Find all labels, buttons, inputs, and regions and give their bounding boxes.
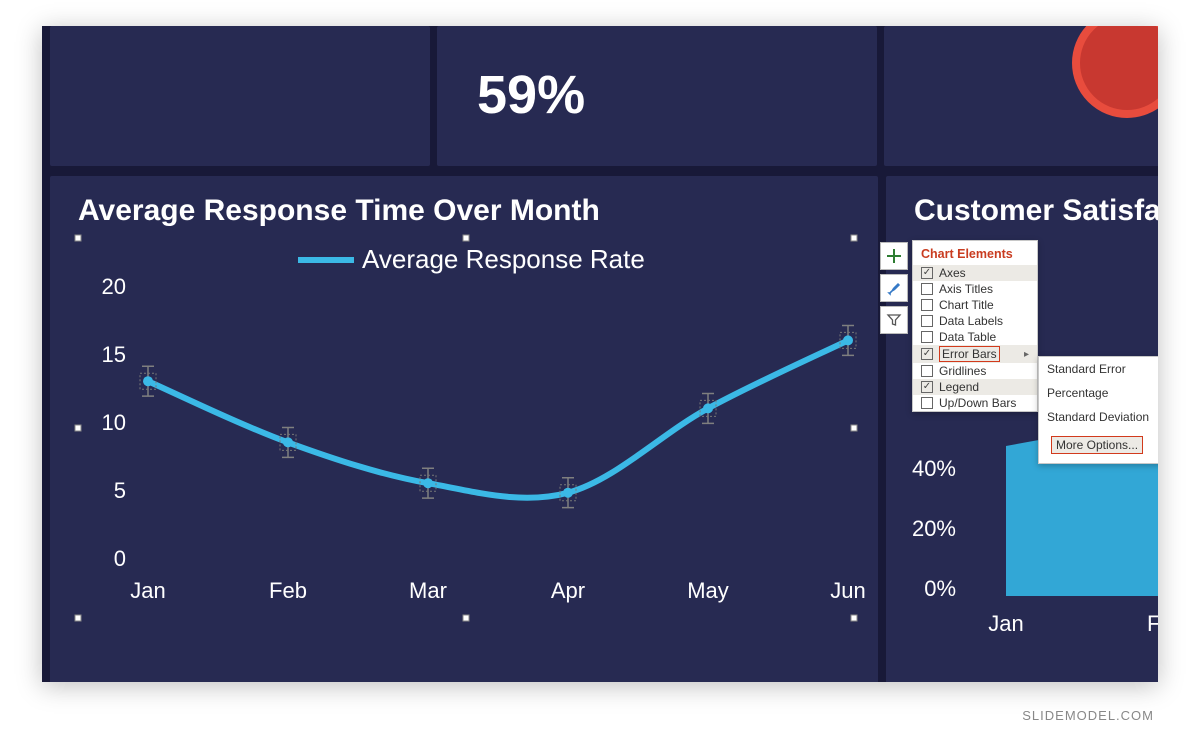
svg-text:Feb: Feb [1147,611,1158,636]
chart-elements-item-up-down-bars[interactable]: Up/Down Bars [913,395,1037,411]
chart-filters-button[interactable] [880,306,908,334]
svg-text:0%: 0% [924,576,956,601]
chart-elements-item-error-bars[interactable]: ✓Error Bars▸ [913,345,1037,363]
chart-title: Average Response Time Over Month [50,176,878,228]
svg-text:Apr: Apr [551,578,585,603]
response-time-chart[interactable]: Average Response Rate 0 5 10 15 20 Jan Feb Mar… [78,238,854,618]
kpi-tile-left [50,26,430,166]
chart-legend: Average Response Rate [298,244,645,274]
submenu-standard-error[interactable]: Standard Error [1039,357,1158,381]
svg-text:5: 5 [114,478,126,503]
flyout-title: Chart Elements [913,241,1037,265]
checkbox-icon[interactable]: ✓ [921,267,933,279]
svg-text:20: 20 [102,274,126,299]
right-chart-title: Customer Satisfa [886,176,1158,228]
error-bars [142,325,854,507]
chart-elements-button[interactable] [880,242,908,270]
chart-elements-item-axes[interactable]: ✓Axes [913,265,1037,281]
watermark: SLIDEMODEL.COM [1022,708,1154,723]
series-markers[interactable] [140,332,856,500]
svg-text:May: May [687,578,729,603]
red-badge-icon [1072,26,1158,118]
chart-elements-item-legend[interactable]: ✓Legend [913,379,1037,395]
plus-icon [886,248,902,264]
x-axis: Jan Feb Mar Apr May Jun [130,578,865,603]
svg-text:15: 15 [102,342,126,367]
line-chart-svg: Average Response Rate 0 5 10 15 20 Jan Feb Mar… [78,238,854,618]
submenu-more-options[interactable]: More Options... [1043,431,1158,459]
chevron-right-icon: ▸ [1024,349,1033,360]
checkbox-icon[interactable] [921,365,933,377]
chart-elements-item-data-table[interactable]: Data Table [913,329,1037,345]
legend-label: Average Response Rate [362,244,645,274]
svg-text:10: 10 [102,410,126,435]
chart-elements-item-chart-title[interactable]: Chart Title [913,297,1037,313]
y-axis: 0 5 10 15 20 [102,274,126,571]
chart-elements-item-axis-titles[interactable]: Axis Titles [913,281,1037,297]
checkbox-icon[interactable] [921,397,933,409]
svg-text:Jan: Jan [130,578,165,603]
checkbox-icon[interactable] [921,331,933,343]
brush-icon [886,280,902,296]
error-bars-submenu[interactable]: Standard Error Percentage Standard Devia… [1038,356,1158,464]
checkbox-icon[interactable] [921,299,933,311]
chart-elements-item-data-labels[interactable]: Data Labels [913,313,1037,329]
svg-text:Feb: Feb [269,578,307,603]
svg-text:Jan: Jan [988,611,1023,636]
chart-elements-item-gridlines[interactable]: Gridlines [913,363,1037,379]
checkbox-icon[interactable]: ✓ [921,381,933,393]
kpi-value: 59% [477,64,585,126]
svg-text:20%: 20% [912,516,956,541]
response-time-tile: Average Response Time Over Month [50,176,878,682]
funnel-icon [886,312,902,328]
svg-text:0: 0 [114,546,126,571]
chart-styles-button[interactable] [880,274,908,302]
chart-selection-handles[interactable] [75,235,857,621]
slide-canvas: 59% Average Response Time Over Month [42,26,1158,682]
chart-quick-buttons [880,242,910,338]
checkbox-icon[interactable] [921,315,933,327]
kpi-tile-right [884,26,1158,166]
kpi-tile-center: 59% [437,26,877,166]
checkbox-icon[interactable] [921,283,933,295]
svg-text:Jun: Jun [830,578,865,603]
chart-elements-flyout[interactable]: Chart Elements ✓AxesAxis TitlesChart Tit… [912,240,1038,412]
submenu-standard-deviation[interactable]: Standard Deviation [1039,405,1158,429]
submenu-percentage[interactable]: Percentage [1039,381,1158,405]
series-line[interactable] [148,340,848,497]
svg-text:40%: 40% [912,456,956,481]
svg-text:Mar: Mar [409,578,447,603]
checkbox-icon[interactable]: ✓ [921,348,933,360]
